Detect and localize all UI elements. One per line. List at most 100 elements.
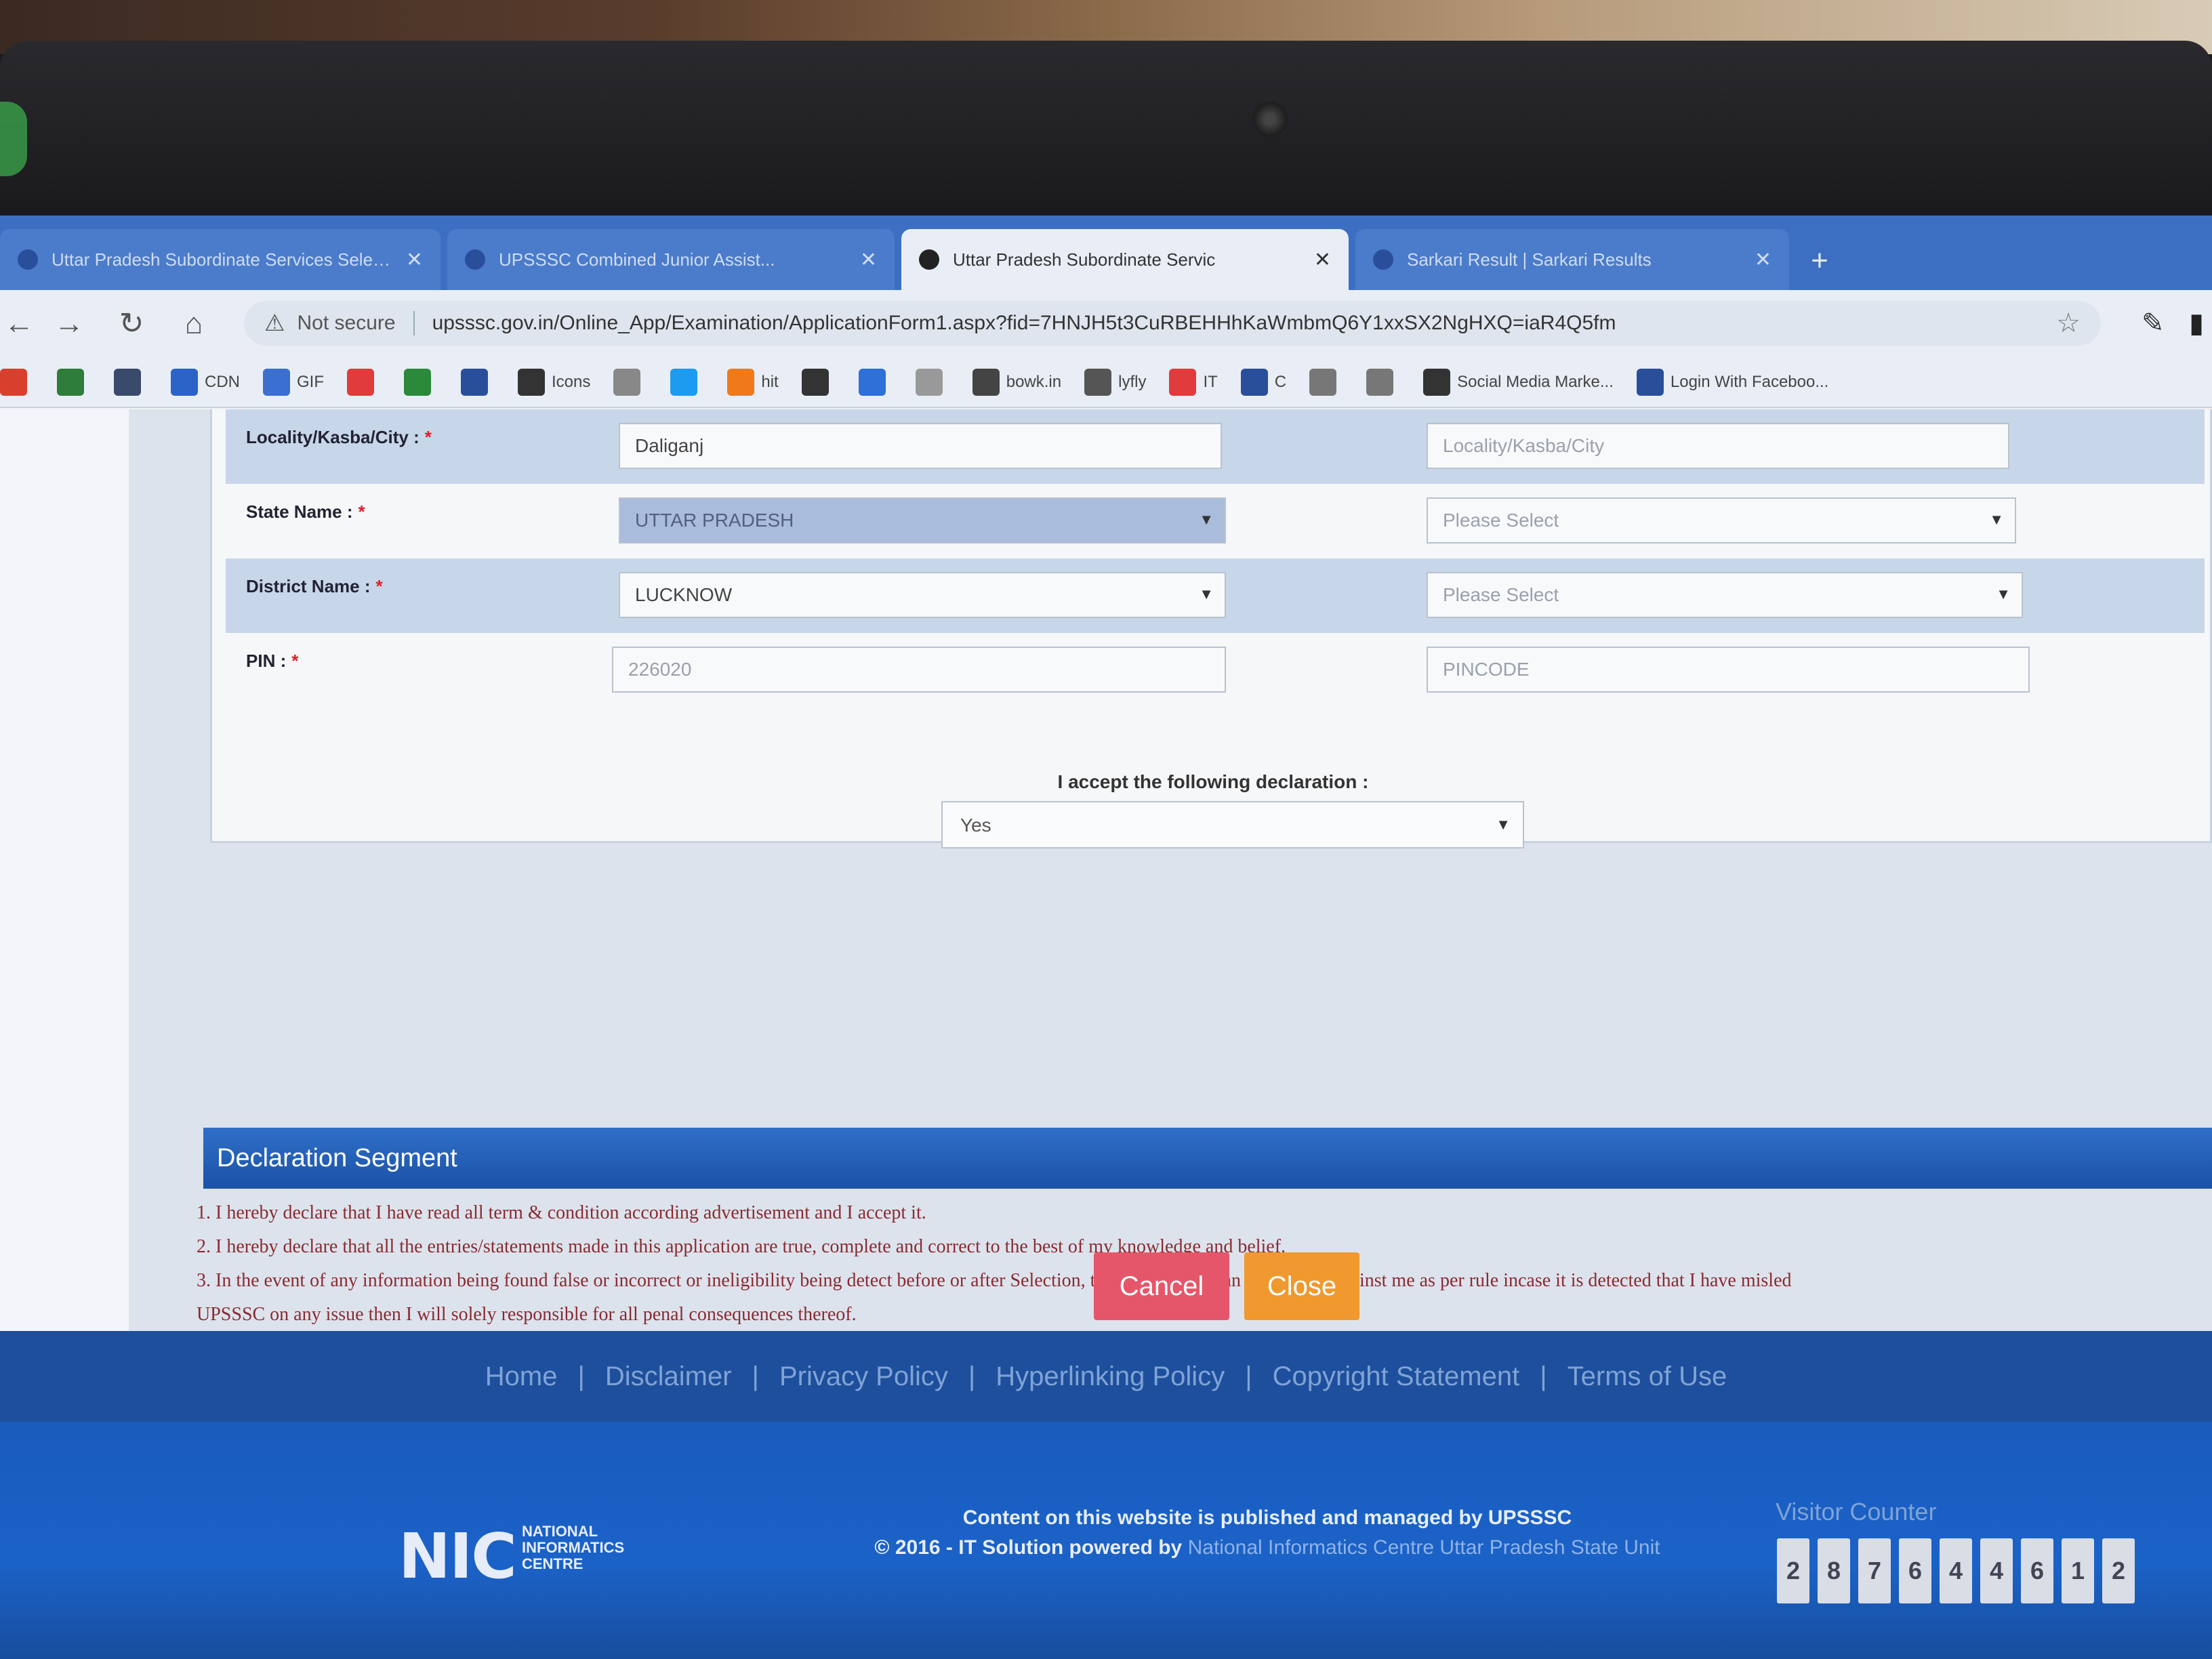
bookmark-favicon-icon (57, 369, 84, 396)
laptop-bezel (0, 41, 2212, 217)
pin-input[interactable]: 226020 (612, 647, 1226, 693)
dropdown-caret-icon: ▼ (1199, 586, 1214, 602)
locality-input-secondary[interactable]: Locality/Kasba/City (1427, 423, 2009, 469)
tab-sarkari-result[interactable]: Sarkari Result | Sarkari Results ✕ (1355, 229, 1789, 290)
bookmark-item[interactable] (0, 369, 34, 396)
url-text[interactable]: upsssc.gov.in/Online_App/Examination/App… (432, 312, 2043, 335)
browser-toolbar: ← → ↻ ⌂ ⚠ Not secure upsssc.gov.in/Onlin… (0, 290, 2212, 358)
bookmark-item[interactable] (404, 369, 438, 396)
warning-triangle-icon: ⚠ (264, 310, 285, 336)
browser-tab-strip: Uttar Pradesh Subordinate Services Selec… (0, 216, 2212, 290)
divider: | (577, 1361, 585, 1391)
counter-digit: 6 (2021, 1538, 2053, 1603)
forward-arrow-icon[interactable]: → (50, 305, 88, 343)
webcam-icon (1252, 102, 1288, 137)
nic-link[interactable]: National Informatics Centre Uttar Prades… (1188, 1536, 1660, 1559)
back-arrow-icon[interactable]: ← (0, 305, 38, 343)
bookmark-item[interactable]: Social Media Marke... (1423, 369, 1614, 396)
bookmark-label: GIF (297, 373, 324, 391)
state-select-secondary[interactable]: Please Select ▼ (1427, 497, 2016, 544)
bookmark-item[interactable]: bowk.in (972, 369, 1061, 396)
bookmark-item[interactable] (915, 369, 949, 396)
menu-icon[interactable]: ▮ (2189, 308, 2209, 342)
bookmark-favicon-icon (858, 369, 886, 396)
close-icon[interactable]: ✕ (1314, 248, 1331, 272)
bookmark-item[interactable]: Login With Faceboo... (1636, 369, 1829, 396)
bookmark-favicon-icon (1240, 369, 1268, 396)
nic-logo: NIC (398, 1520, 517, 1593)
bookmark-favicon-icon (1309, 369, 1337, 396)
bookmark-item[interactable] (347, 369, 381, 396)
security-label[interactable]: Not secure (297, 312, 395, 335)
home-icon[interactable]: ⌂ (175, 305, 213, 343)
bookmark-item[interactable]: IT (1169, 369, 1218, 396)
close-icon[interactable]: ✕ (406, 248, 423, 272)
bookmark-label: bowk.in (1006, 373, 1062, 391)
bookmark-item[interactable] (1309, 369, 1343, 396)
bookmark-star-icon[interactable]: ☆ (2056, 308, 2081, 339)
bookmark-favicon-icon (1084, 369, 1112, 396)
page-content: Locality/Kasba/City : * Daliganj Locality… (0, 409, 2212, 1331)
row-pin: PIN : * 226020 PINCODE (226, 633, 2205, 708)
new-tab-button[interactable]: + (1803, 244, 1837, 278)
bookmark-item[interactable]: GIF (263, 369, 324, 396)
bookmark-label: C (1274, 373, 1287, 391)
district-select-secondary[interactable]: Please Select ▼ (1427, 572, 2023, 618)
bookmark-item[interactable] (613, 369, 647, 396)
bookmark-item[interactable] (57, 369, 91, 396)
bookmark-item[interactable]: lyfly (1084, 369, 1146, 396)
bookmark-item[interactable] (114, 369, 148, 396)
state-select[interactable]: UTTAR PRADESH ▼ (619, 497, 1226, 544)
bookmark-favicon-icon (171, 369, 198, 396)
dropdown-caret-icon: ▼ (1996, 586, 2011, 602)
counter-digit: 7 (1858, 1538, 1891, 1603)
visitor-counter: 287644612 (1777, 1538, 2143, 1603)
row-state: State Name : * UTTAR PRADESH ▼ Please Sele… (226, 484, 2205, 558)
footer-link-home[interactable]: Home (485, 1361, 558, 1392)
bookmark-favicon-icon (0, 369, 27, 396)
bookmark-item[interactable]: hit (727, 369, 779, 396)
pincode-input-secondary[interactable]: PINCODE (1427, 647, 2030, 693)
tab-active-application[interactable]: Uttar Pradesh Subordinate Servic ✕ (901, 229, 1349, 290)
nic-logo-subtitle: NATIONAL INFORMATICS CENTRE (522, 1523, 625, 1572)
bookmark-label: Login With Faceboo... (1670, 373, 1829, 391)
bookmark-item[interactable] (1366, 369, 1400, 396)
bookmark-item[interactable]: C (1240, 369, 1287, 396)
tab-upsssc-home[interactable]: Uttar Pradesh Subordinate Services Selec… (0, 229, 441, 290)
footer-links: Home | Disclaimer | Privacy Policy | Hyperl… (0, 1331, 2212, 1422)
reload-icon[interactable]: ↻ (112, 305, 150, 343)
close-icon[interactable]: ✕ (1755, 248, 1771, 272)
bookmark-item[interactable] (801, 369, 836, 396)
extension-puzzle-icon[interactable]: ✎ (2142, 308, 2175, 342)
locality-input[interactable]: Daliganj (619, 423, 1222, 469)
close-icon[interactable]: ✕ (860, 248, 877, 272)
credit-line: © 2016 - IT Solution powered by National… (874, 1536, 1660, 1559)
footer-link-hyperlinking[interactable]: Hyperlinking Policy (996, 1361, 1225, 1392)
field-label: PIN : * (246, 651, 299, 671)
cancel-button[interactable]: Cancel (1094, 1252, 1229, 1320)
bookmark-favicon-icon (114, 369, 141, 396)
footer-link-copyright[interactable]: Copyright Statement (1273, 1361, 1520, 1392)
left-gutter (0, 409, 129, 1331)
close-button[interactable]: Close (1244, 1252, 1359, 1320)
tab-upsssc-junior-assistant[interactable]: UPSSSC Combined Junior Assist... ✕ (447, 229, 895, 290)
footer-link-disclaimer[interactable]: Disclaimer (605, 1361, 732, 1392)
bookmark-item[interactable] (670, 369, 704, 396)
bookmark-item[interactable]: CDN (171, 369, 240, 396)
bookmark-item[interactable]: Icons (518, 369, 590, 396)
bookmark-label: CDN (205, 373, 240, 391)
bookmark-label: Icons (552, 373, 591, 391)
bookmark-label: IT (1203, 373, 1218, 391)
footer: NIC NATIONAL INFORMATICS CENTRE Content … (0, 1422, 2212, 1659)
declaration-line: 1. I hereby declare that I have read all… (197, 1202, 926, 1223)
dropdown-caret-icon: ▼ (1199, 511, 1214, 528)
footer-link-privacy[interactable]: Privacy Policy (779, 1361, 948, 1392)
declaration-select[interactable]: Yes ▼ (941, 801, 1524, 848)
footer-link-terms[interactable]: Terms of Use (1568, 1361, 1727, 1392)
address-bar[interactable]: ⚠ Not secure upsssc.gov.in/Online_App/Ex… (244, 301, 2101, 346)
counter-digit: 4 (1980, 1538, 2013, 1603)
bookmark-item[interactable] (858, 369, 893, 396)
divider: | (1245, 1361, 1252, 1391)
district-select[interactable]: LUCKNOW ▼ (619, 572, 1226, 618)
bookmark-item[interactable] (461, 369, 495, 396)
